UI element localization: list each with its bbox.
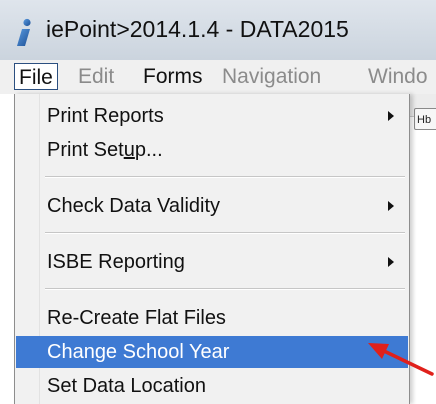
menu-bar: File Edit Forms Navigation Windo [0, 60, 436, 94]
info-i-icon [17, 18, 31, 46]
submenu-arrow-icon [388, 111, 394, 121]
menu-window[interactable]: Windo [368, 63, 428, 90]
file-menu-dropdown: Print Reports Print Setup... Check Data … [14, 94, 410, 404]
menu-forms[interactable]: Forms [143, 63, 203, 90]
submenu-arrow-icon [388, 201, 394, 211]
menu-navigation[interactable]: Navigation [222, 63, 321, 90]
menu-item-change-school-year[interactable]: Change School Year [16, 336, 408, 368]
app-window: iePoint>2014.1.4 - DATA2015 File Edit Fo… [0, 0, 436, 404]
background-workspace [410, 94, 436, 404]
window-title: iePoint>2014.1.4 - DATA2015 [46, 16, 349, 42]
menu-item-check-data-validity[interactable]: Check Data Validity [16, 190, 408, 222]
menu-separator [45, 288, 405, 290]
menu-item-print-reports[interactable]: Print Reports [16, 100, 408, 132]
menu-item-set-data-location[interactable]: Set Data Location [16, 370, 408, 402]
menu-separator [45, 176, 405, 178]
menu-edit[interactable]: Edit [78, 63, 114, 90]
menu-item-isbe-reporting[interactable]: ISBE Reporting [16, 246, 408, 278]
title-bar: iePoint>2014.1.4 - DATA2015 [0, 0, 436, 60]
menu-item-label: ISBE Reporting [47, 251, 185, 273]
background-tab[interactable]: Hb [414, 108, 436, 130]
submenu-arrow-icon [388, 257, 394, 267]
menu-item-label: Set Data Location [47, 375, 206, 397]
menu-separator [45, 232, 405, 234]
menu-item-print-setup[interactable]: Print Setup... [16, 134, 408, 166]
menu-item-re-create-flat-files[interactable]: Re-Create Flat Files [16, 302, 408, 334]
menu-item-label: Print Setup... [47, 139, 163, 161]
menu-item-label: Check Data Validity [47, 195, 221, 217]
menu-file[interactable]: File [14, 63, 58, 90]
menu-item-label: Change School Year [47, 341, 230, 363]
menu-item-label: Print Reports [47, 105, 164, 127]
menu-item-label: Re-Create Flat Files [47, 307, 226, 329]
